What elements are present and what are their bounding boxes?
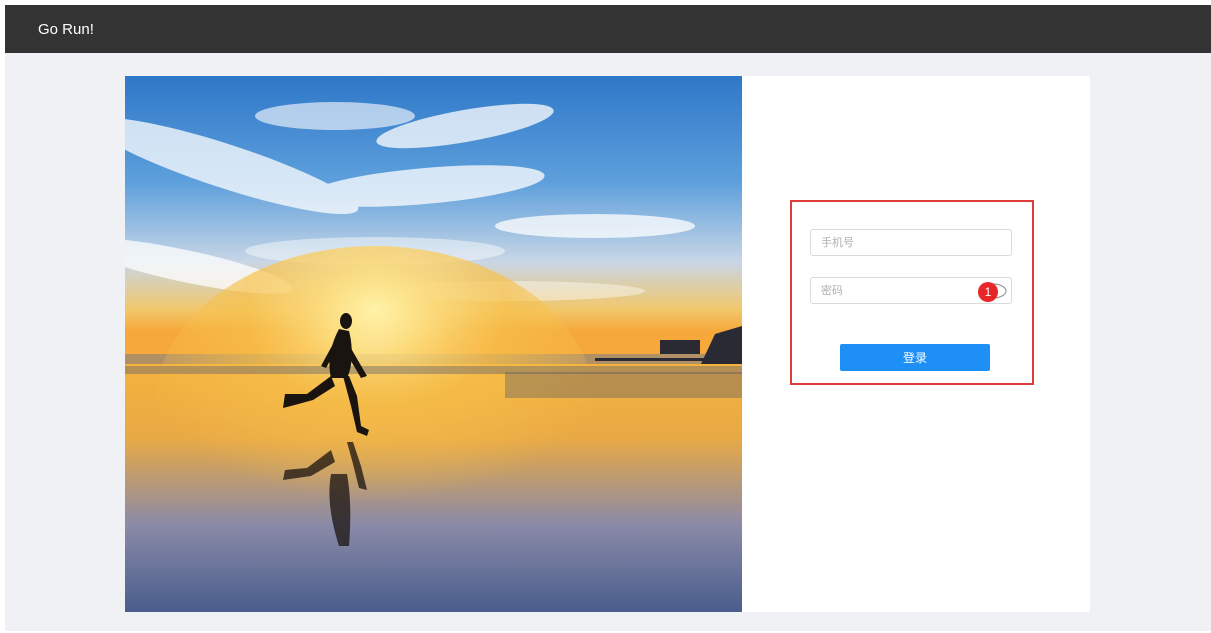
page-background: Go Run! 手机号 1 登录 — [5, 5, 1211, 631]
navbar: Go Run! — [5, 5, 1211, 53]
login-panel: 1 登录 — [742, 76, 1090, 612]
phone-input[interactable] — [810, 229, 1012, 256]
login-card: 1 登录 — [125, 76, 1090, 612]
login-button[interactable]: 登录 — [840, 344, 990, 371]
hero-illustration — [125, 76, 742, 612]
hero-image — [125, 76, 742, 612]
brand-logo-text[interactable]: Go Run! — [38, 21, 94, 38]
form-highlight-box: 1 登录 — [790, 200, 1034, 385]
annotation-badge: 1 — [978, 282, 998, 302]
